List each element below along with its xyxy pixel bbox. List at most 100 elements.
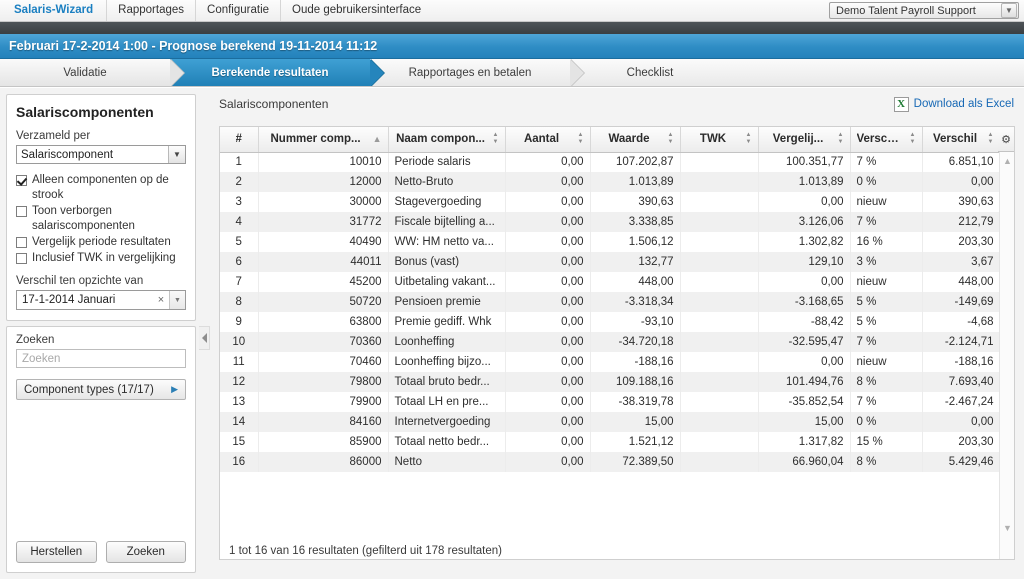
checkbox-icon[interactable] xyxy=(16,237,27,248)
table-row[interactable]: 12 79800 Totaal bruto bedr... 0,00 109.188,1… xyxy=(220,372,1001,392)
table-row[interactable]: 6 44011 Bonus (vast) 0,00 132,77 129,10 3 % 3,6… xyxy=(220,252,1001,272)
column-header-versch[interactable]: Verschil ▲ ▼ xyxy=(922,127,1001,153)
checkbox-icon[interactable] xyxy=(16,206,27,217)
step-arrow xyxy=(570,59,584,86)
cell-idx: 14 xyxy=(220,412,259,432)
menu-item-configuratie[interactable]: Configuratie xyxy=(196,0,282,21)
gear-icon: ⚙ xyxy=(1001,133,1011,146)
cell-idx: 8 xyxy=(220,292,259,312)
sidebar-collapse-handle[interactable] xyxy=(199,326,210,350)
table-row[interactable]: 10 70360 Loonheffing 0,00 -34.720,18 -32.595,… xyxy=(220,332,1001,352)
cell-aantal: 0,00 xyxy=(505,352,591,372)
column-header-waarde[interactable]: Waarde ▲ ▼ xyxy=(590,127,681,153)
chevron-down-icon[interactable]: ▼ xyxy=(1001,3,1017,18)
menu-item-salaris-wizard[interactable]: Salaris-Wizard xyxy=(0,0,108,21)
results-count-label: 1 tot 16 van 16 resultaten (gefilterd ui… xyxy=(229,545,502,557)
filter-checkbox-2[interactable]: Toon verborgen salariscomponenten xyxy=(16,204,186,234)
cell-idx: 3 xyxy=(220,192,259,212)
table-row[interactable]: 7 45200 Uitbetaling vakant... 0,00 448,00 0,0… xyxy=(220,272,1001,292)
column-settings-button[interactable]: ⚙ xyxy=(998,127,1014,152)
cell-naam: Bonus (vast) xyxy=(388,252,506,272)
sort-toggle-icon[interactable]: ▲ ▼ xyxy=(988,132,994,146)
sort-toggle-icon[interactable]: ▲ ▼ xyxy=(746,132,752,146)
results-table-container: # Nummer comp... ▲ Naam compon... ▲ ▼ Aantal ▲ ▼… xyxy=(219,126,1015,560)
cell-idx: 1 xyxy=(220,152,259,172)
cell-twk xyxy=(680,452,759,472)
sort-toggle-icon[interactable]: ▲ ▼ xyxy=(578,132,584,146)
search-input[interactable]: Zoeken xyxy=(16,349,186,368)
table-row[interactable]: 2 12000 Netto-Bruto 0,00 1.013,89 1.013,89 0 %… xyxy=(220,172,1001,192)
table-row[interactable]: 15 85900 Totaal netto bedr... 0,00 1.521,12 1… xyxy=(220,432,1001,452)
wizard-step-berekende-resultaten[interactable]: Berekende resultaten xyxy=(170,59,385,86)
menu-item-oude-gebruikersinterface[interactable]: Oude gebruikersinterface xyxy=(281,0,432,21)
column-header-aantal[interactable]: Aantal ▲ ▼ xyxy=(505,127,591,153)
cell-vergel: -35.852,54 xyxy=(758,392,851,412)
sort-toggle-icon[interactable]: ▲ ▼ xyxy=(910,132,916,146)
scroll-down-icon[interactable]: ▼ xyxy=(1000,521,1015,535)
table-row[interactable]: 16 86000 Netto 0,00 72.389,50 66.960,04 8 % 5.4… xyxy=(220,452,1001,472)
client-selector[interactable]: Demo Talent Payroll Support ▼ xyxy=(829,2,1019,19)
chevron-down-icon[interactable]: ▼ xyxy=(168,146,185,163)
wizard-step-rapportages-en-betalen[interactable]: Rapportages en betalen xyxy=(370,59,585,86)
clear-icon[interactable]: × xyxy=(153,294,169,306)
cell-aantal: 0,00 xyxy=(505,312,591,332)
column-header-label: Nummer comp... xyxy=(270,133,361,146)
wizard-step-label: Validatie xyxy=(63,67,107,79)
scroll-up-icon[interactable]: ▲ xyxy=(1000,154,1015,168)
cell-vergel: 1.013,89 xyxy=(758,172,851,192)
wizard-step-checklist[interactable]: Checklist xyxy=(570,59,730,86)
checkbox-checked-icon[interactable] xyxy=(16,175,27,186)
cell-vergel: 129,10 xyxy=(758,252,851,272)
step-arrow xyxy=(370,59,384,86)
column-header-idx[interactable]: # xyxy=(220,127,259,153)
sort-toggle-icon[interactable]: ▲ ▼ xyxy=(838,132,844,146)
wizard-step-label: Checklist xyxy=(626,67,674,79)
wizard-step-validatie[interactable]: Validatie xyxy=(0,59,185,86)
sidebar-title: Salariscomponenten xyxy=(16,104,154,120)
table-scrollbar[interactable]: ▲ ▼ xyxy=(999,152,1014,559)
menu-item-rapportages[interactable]: Rapportages xyxy=(107,0,197,21)
sort-toggle-icon[interactable]: ▲ ▼ xyxy=(493,132,499,146)
table-row[interactable]: 11 70460 Loonheffing bijzo... 0,00 -188,16 0,… xyxy=(220,352,1001,372)
cell-vergel: -32.595,47 xyxy=(758,332,851,352)
cell-twk xyxy=(680,312,759,332)
sort-toggle-icon[interactable]: ▲ ▼ xyxy=(668,132,674,146)
column-header-nummer[interactable]: Nummer comp... ▲ xyxy=(258,127,389,153)
component-types-accordion[interactable]: Component types (17/17) ▶ xyxy=(16,379,186,400)
cell-naam: Totaal LH en pre... xyxy=(388,392,506,412)
filter-checkbox-4[interactable]: Inclusief TWK in vergelijking xyxy=(16,251,186,266)
table-row[interactable]: 13 79900 Totaal LH en pre... 0,00 -38.319,78… xyxy=(220,392,1001,412)
table-row[interactable]: 4 31772 Fiscale bijtelling a... 0,00 3.338,8… xyxy=(220,212,1001,232)
reset-button[interactable]: Herstellen xyxy=(16,541,97,563)
cell-waarde: -188,16 xyxy=(590,352,681,372)
cell-aantal: 0,00 xyxy=(505,252,591,272)
column-header-vergel[interactable]: Vergelij... ▲ ▼ xyxy=(758,127,851,153)
filter-checkbox-3[interactable]: Vergelijk periode resultaten xyxy=(16,235,186,250)
cell-naam: Uitbetaling vakant... xyxy=(388,272,506,292)
table-row[interactable]: 1 10010 Periode salaris 0,00 107.202,87 100.3… xyxy=(220,152,1001,172)
column-header-twk[interactable]: TWK ▲ ▼ xyxy=(680,127,759,153)
compare-period-picker[interactable]: 17-1-2014 Januari × ▼ xyxy=(16,290,186,310)
table-row[interactable]: 9 63800 Premie gediff. Whk 0,00 -93,10 -88,42… xyxy=(220,312,1001,332)
search-button[interactable]: Zoeken xyxy=(105,541,186,563)
cell-vergel: 0,00 xyxy=(758,192,851,212)
download-excel-link[interactable]: X Download als Excel xyxy=(893,96,1014,112)
sort-ascending-icon[interactable]: ▲ xyxy=(373,134,382,144)
checkbox-icon[interactable] xyxy=(16,253,27,264)
chevron-down-icon[interactable]: ▼ xyxy=(169,291,185,309)
cell-verschp: 3 % xyxy=(850,252,923,272)
cell-versch: 0,00 xyxy=(922,412,1001,432)
table-row[interactable]: 5 40490 WW: HM netto va... 0,00 1.506,12 1.30… xyxy=(220,232,1001,252)
cell-nummer: 31772 xyxy=(258,212,389,232)
cell-naam: Netto-Bruto xyxy=(388,172,506,192)
column-header-verschp[interactable]: Verschil... ▲▼ xyxy=(850,127,923,153)
cell-vergel: 100.351,77 xyxy=(758,152,851,172)
table-row[interactable]: 8 50720 Pensioen premie 0,00 -3.318,34 -3.168… xyxy=(220,292,1001,312)
sidebar-buttons: Herstellen Zoeken xyxy=(16,541,186,563)
group-by-select[interactable]: Salariscomponent ▼ xyxy=(16,145,186,164)
table-row[interactable]: 14 84160 Internetvergoeding 0,00 15,00 15,00 0… xyxy=(220,412,1001,432)
table-row[interactable]: 3 30000 Stagevergoeding 0,00 390,63 0,00 nieuw… xyxy=(220,192,1001,212)
column-header-naam[interactable]: Naam compon... ▲ ▼ xyxy=(388,127,506,153)
filter-checkbox-1[interactable]: Alleen componenten op de strook xyxy=(16,173,186,203)
cell-vergel: 66.960,04 xyxy=(758,452,851,472)
